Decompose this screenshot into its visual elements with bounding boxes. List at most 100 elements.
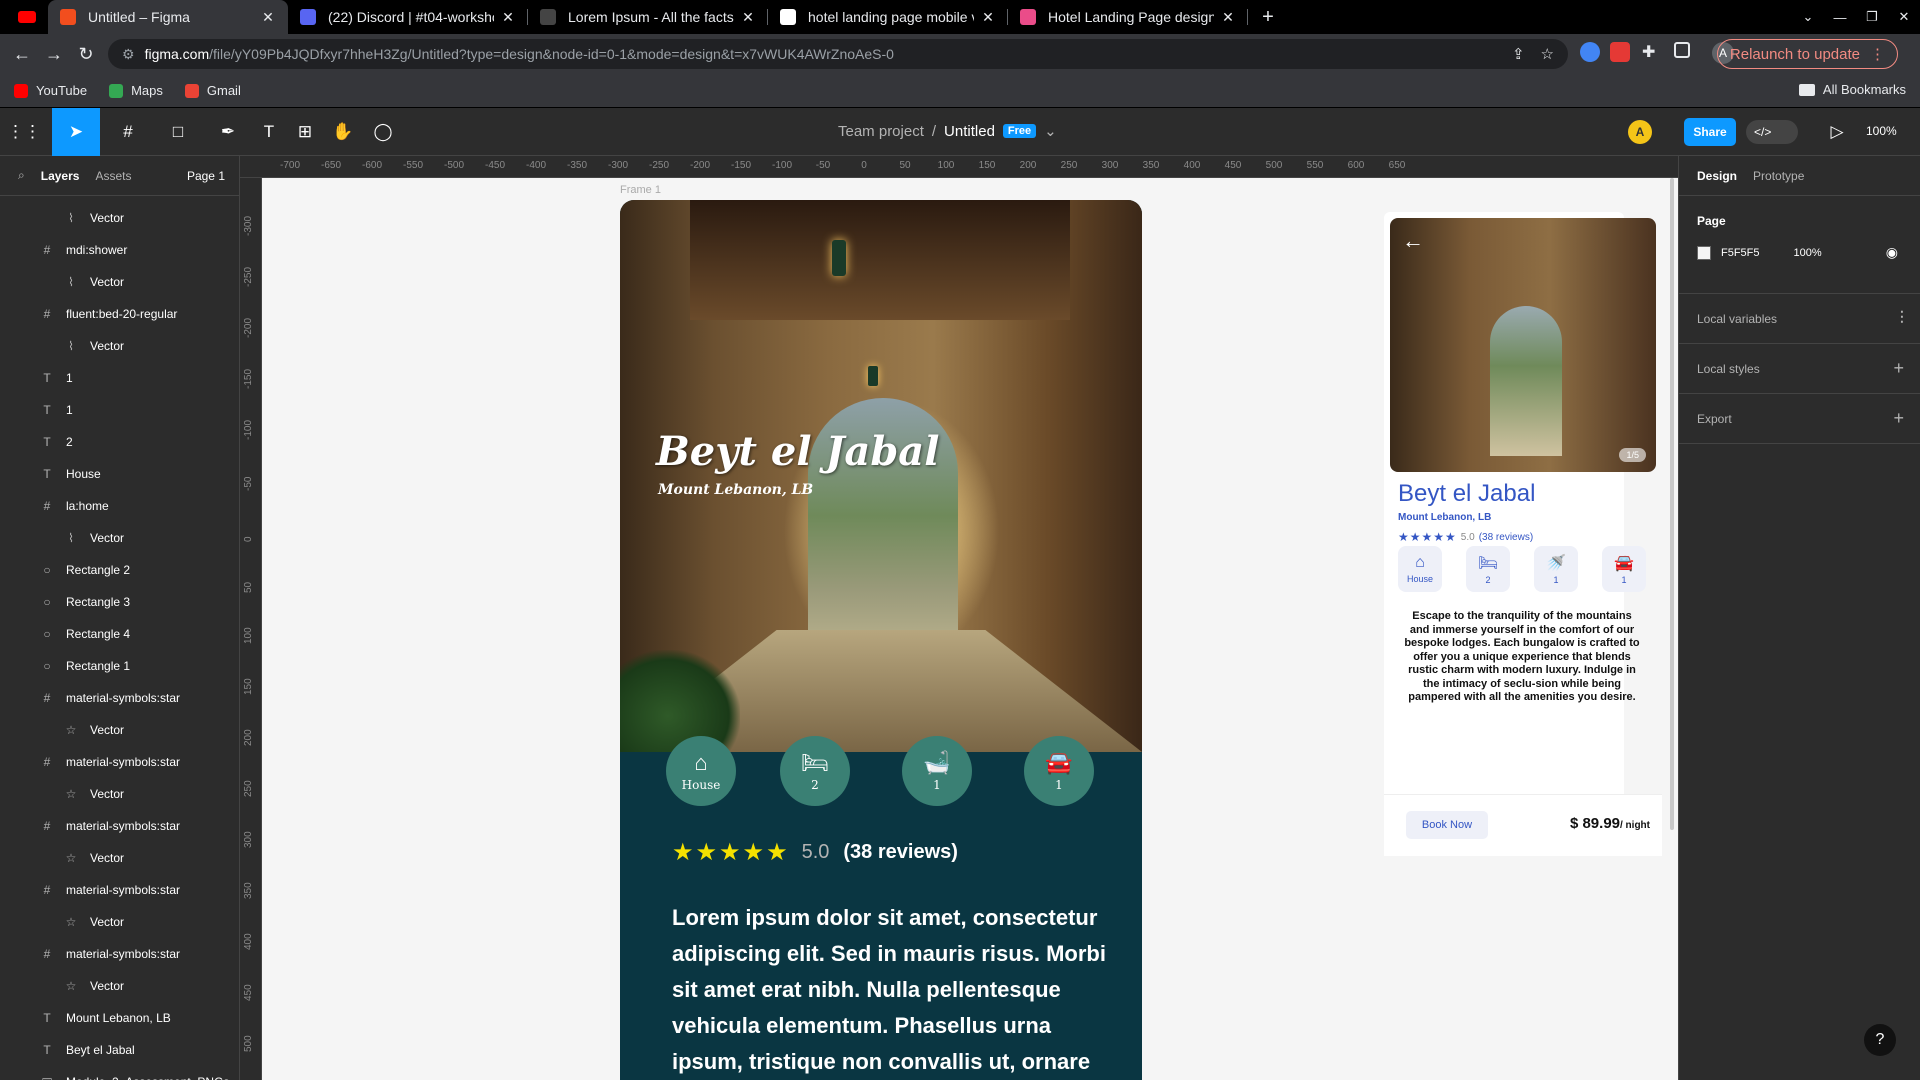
move-tool-icon[interactable]: ➤	[52, 108, 100, 156]
close-tab-icon[interactable]: ✕	[1220, 9, 1236, 26]
layer-row[interactable]: ⌇ Vector	[0, 202, 239, 234]
browser-tab[interactable]: hotel landing page mobile vi ✕	[768, 0, 1008, 34]
reference-card[interactable]: ← 1/5 Beyt el Jabal Mount Lebanon, LB ★★…	[1384, 212, 1662, 856]
url-field[interactable]: ⚙ figma.com/file/yY09Pb4JQDfxyr7hheH3Zg/…	[108, 39, 1568, 69]
frame-label[interactable]: Frame 1	[620, 184, 661, 196]
amenity-badge[interactable]: 🛏 2	[780, 736, 850, 806]
layer-row[interactable]: T Beyt el Jabal	[0, 1034, 239, 1066]
layer-row[interactable]: ☆ Vector	[0, 970, 239, 1002]
hero-title[interactable]: Beyt el Jabal	[656, 428, 939, 475]
forward-button[interactable]: →	[38, 38, 70, 70]
mobile-frame[interactable]: Beyt el Jabal Mount Lebanon, LB ⌂ House 🛏 2…	[620, 200, 1142, 1080]
amenity-badge[interactable]: 🛁 1	[902, 736, 972, 806]
team-project-link[interactable]: Team project	[838, 123, 924, 140]
browser-tab[interactable]: (22) Discord | #t04-workshop ✕	[288, 0, 528, 34]
file-name[interactable]: Untitled	[944, 123, 995, 140]
dev-mode-toggle[interactable]: </>	[1746, 120, 1798, 144]
plus-icon[interactable]: +	[1893, 408, 1904, 429]
share-icon[interactable]: ⇪	[1512, 45, 1525, 63]
layer-row[interactable]: # material-symbols:star	[0, 810, 239, 842]
minimize-button[interactable]: —	[1824, 10, 1856, 25]
layer-row[interactable]: # material-symbols:star	[0, 746, 239, 778]
layer-row[interactable]: # material-symbols:star	[0, 682, 239, 714]
layer-row[interactable]: T House	[0, 458, 239, 490]
layer-row[interactable]: ☆ Vector	[0, 842, 239, 874]
bookmark-maps[interactable]: Maps	[109, 83, 163, 98]
amenity-badge[interactable]: 🚘 1	[1024, 736, 1094, 806]
layer-row[interactable]: ▣ Module_2_Assessment_PNGs...	[0, 1066, 239, 1080]
layer-row[interactable]: ○ Rectangle 3	[0, 586, 239, 618]
extension-icon[interactable]	[1610, 42, 1630, 62]
comment-tool-icon[interactable]: ◯	[366, 108, 400, 156]
close-tab-icon[interactable]: ✕	[980, 9, 996, 26]
local-variables-section[interactable]: Local variables ⫶	[1679, 294, 1920, 344]
page-selector[interactable]: Page 1	[187, 169, 225, 183]
user-avatar[interactable]: A	[1628, 120, 1652, 144]
resources-tool-icon[interactable]: ⊞	[288, 108, 322, 156]
tab-assets[interactable]: Assets	[95, 169, 131, 183]
local-styles-section[interactable]: Local styles +	[1679, 344, 1920, 394]
figma-menu-icon[interactable]: ⋮⋮	[0, 108, 48, 156]
all-bookmarks[interactable]: All Bookmarks	[1798, 82, 1906, 97]
close-tab-icon[interactable]: ✕	[740, 9, 756, 26]
zoom-level[interactable]: 100%	[1866, 124, 1897, 138]
hero-photo[interactable]: Beyt el Jabal Mount Lebanon, LB	[620, 200, 1142, 752]
share-button[interactable]: Share	[1684, 118, 1736, 146]
design-canvas[interactable]: Frame 1 Beyt el Jabal Mount Lebanon, LB …	[262, 178, 1678, 1080]
search-icon[interactable]: ⌕	[18, 168, 25, 183]
browser-tab[interactable]: Hotel Landing Page designs, ✕	[1008, 0, 1248, 34]
canvas-scrollbar[interactable]	[1670, 178, 1674, 830]
tab-design[interactable]: Design	[1697, 169, 1737, 183]
page-color-value[interactable]: F5F5F5	[1721, 247, 1760, 259]
amenity-badge[interactable]: ⌂ House	[666, 736, 736, 806]
close-window-button[interactable]: ✕	[1888, 9, 1920, 25]
frame-tool-icon[interactable]: #	[106, 108, 150, 156]
eye-icon[interactable]: ◉	[1886, 244, 1898, 261]
back-button[interactable]: ←	[6, 38, 38, 70]
layer-row[interactable]: T2	[0, 426, 239, 458]
layer-row[interactable]: # fluent:bed-20-regular	[0, 298, 239, 330]
layer-row[interactable]: T1	[0, 394, 239, 426]
bookmark-star-icon[interactable]: ☆	[1541, 45, 1554, 63]
relaunch-button[interactable]: Relaunch to update ⋮	[1716, 39, 1898, 69]
close-tab-icon[interactable]: ✕	[500, 9, 516, 26]
bookmark-gmail[interactable]: Gmail	[184, 83, 241, 98]
extensions-puzzle-icon[interactable]: ✚	[1642, 42, 1662, 62]
tab-prototype[interactable]: Prototype	[1753, 169, 1804, 183]
new-tab-button[interactable]: +	[1248, 0, 1288, 34]
tab-layers[interactable]: Layers	[41, 169, 80, 183]
hero-location[interactable]: Mount Lebanon, LB	[658, 482, 813, 498]
pen-tool-icon[interactable]: ✒	[206, 108, 250, 156]
help-button[interactable]: ?	[1864, 1024, 1896, 1056]
chevron-down-icon[interactable]: ⌄	[1044, 122, 1057, 140]
body-text[interactable]: Lorem ipsum dolor sit amet, consectetur …	[672, 900, 1112, 1080]
adjust-icon[interactable]: ⫶	[1900, 308, 1905, 329]
layer-row[interactable]: ☆ Vector	[0, 906, 239, 938]
browser-tab[interactable]: Untitled – Figma ✕	[48, 0, 288, 34]
layer-row[interactable]: # material-symbols:star	[0, 938, 239, 970]
page-fill-row[interactable]: F5F5F5 100% ◉	[1697, 244, 1902, 261]
layer-row[interactable]: # material-symbols:star	[0, 874, 239, 906]
browser-tab[interactable]: Lorem Ipsum - All the facts - l ✕	[528, 0, 768, 34]
plus-icon[interactable]: +	[1893, 358, 1904, 379]
layer-row[interactable]: ⌇ Vector	[0, 266, 239, 298]
layer-row[interactable]: # la:home	[0, 490, 239, 522]
color-swatch[interactable]	[1697, 245, 1711, 260]
youtube-pinned-icon[interactable]	[18, 11, 36, 23]
layer-row[interactable]: # mdi:shower	[0, 234, 239, 266]
extension-icon[interactable]	[1580, 42, 1600, 62]
layer-row[interactable]: T Mount Lebanon, LB	[0, 1002, 239, 1034]
page-opacity-value[interactable]: 100%	[1794, 247, 1822, 259]
layer-row[interactable]: T1	[0, 362, 239, 394]
layer-row[interactable]: ⌇ Vector	[0, 522, 239, 554]
layer-row[interactable]: ○ Rectangle 4	[0, 618, 239, 650]
layer-row[interactable]: ☆ Vector	[0, 778, 239, 810]
reload-button[interactable]: ↻	[70, 38, 102, 70]
layer-row[interactable]: ⌇ Vector	[0, 330, 239, 362]
site-info-icon[interactable]: ⚙	[122, 46, 135, 63]
side-panel-icon[interactable]	[1674, 42, 1690, 58]
tab-search-icon[interactable]: ⌄	[1792, 9, 1824, 25]
bookmark-youtube[interactable]: YouTube	[14, 83, 87, 98]
layer-row[interactable]: ○ Rectangle 2	[0, 554, 239, 586]
layer-row[interactable]: ○ Rectangle 1	[0, 650, 239, 682]
